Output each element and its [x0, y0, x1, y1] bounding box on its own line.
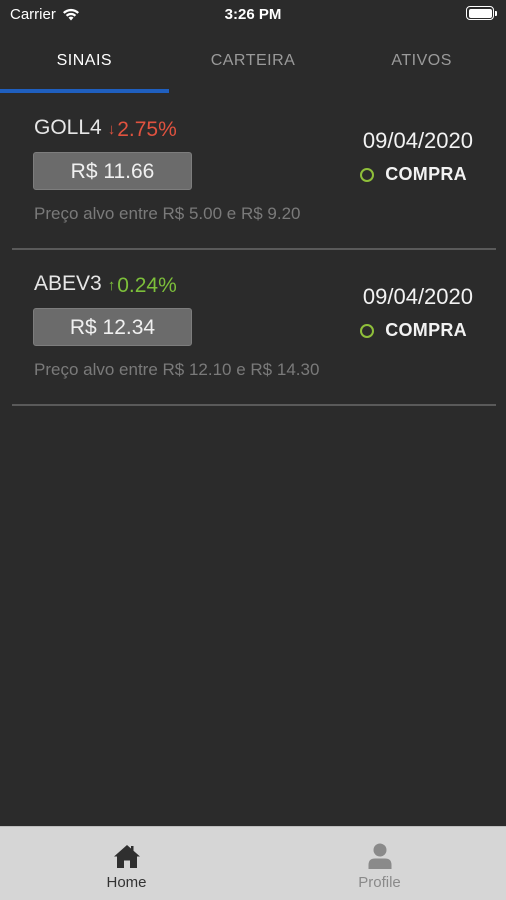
- action-label: COMPRA: [360, 320, 467, 341]
- nav-home[interactable]: Home: [0, 827, 253, 900]
- signal-date: 09/04/2020: [362, 284, 473, 309]
- nav-home-label: Home: [106, 874, 147, 891]
- home-icon: [113, 845, 140, 868]
- action-label: COMPRA: [360, 164, 467, 185]
- top-tabs: SINAIS CARTEIRA ATIVOS: [0, 30, 506, 94]
- change-value: 2.75%: [117, 117, 177, 141]
- ticker-label: ABEV3: [34, 272, 102, 295]
- divider: [12, 404, 496, 406]
- circle-icon: [360, 167, 375, 182]
- signal-item-goll4[interactable]: GOLL4 ↓ 2.75% R$ 11.66 Preço alvo entre …: [0, 94, 506, 250]
- price-badge: R$ 12.34: [33, 308, 192, 346]
- tab-sinais[interactable]: SINAIS: [0, 30, 169, 94]
- status-bar: Carrier 3:26 PM: [0, 0, 506, 30]
- signal-date: 09/04/2020: [362, 128, 473, 153]
- active-tab-indicator: [0, 89, 169, 93]
- tab-carteira[interactable]: CARTEIRA: [169, 30, 338, 94]
- action-text: COMPRA: [385, 320, 467, 340]
- signal-item-abev3[interactable]: ABEV3 ↑ 0.24% R$ 12.34 Preço alvo entre …: [0, 250, 506, 406]
- ticker-label: GOLL4: [34, 116, 102, 139]
- target-price-text: Preço alvo entre R$ 12.10 e R$ 14.30: [34, 360, 320, 379]
- nav-profile-label: Profile: [358, 874, 401, 891]
- change-indicator: ↑ 0.24%: [108, 274, 177, 298]
- change-indicator: ↓ 2.75%: [108, 118, 177, 142]
- arrow-up-icon: ↑: [107, 277, 116, 294]
- tab-ativos[interactable]: ATIVOS: [337, 30, 506, 94]
- bottom-tab-bar: Home Profile: [0, 826, 506, 900]
- status-time: 3:26 PM: [224, 6, 282, 23]
- profile-icon: [368, 843, 391, 869]
- status-right: [466, 6, 497, 20]
- nav-profile[interactable]: Profile: [253, 827, 506, 900]
- battery-icon: [466, 6, 497, 20]
- signal-list: GOLL4 ↓ 2.75% R$ 11.66 Preço alvo entre …: [0, 94, 506, 406]
- change-value: 0.24%: [117, 273, 177, 297]
- arrow-down-icon: ↓: [107, 121, 116, 138]
- ticker-row: ABEV3 ↑ 0.24%: [34, 272, 177, 298]
- target-price-text: Preço alvo entre R$ 5.00 e R$ 9.20: [34, 204, 301, 223]
- action-text: COMPRA: [385, 164, 467, 184]
- circle-icon: [360, 323, 375, 338]
- app-screen: Carrier 3:26 PM SINAIS CARTEIRA ATIVOS G…: [0, 0, 506, 900]
- ticker-row: GOLL4 ↓ 2.75%: [34, 116, 177, 142]
- price-badge: R$ 11.66: [33, 152, 192, 190]
